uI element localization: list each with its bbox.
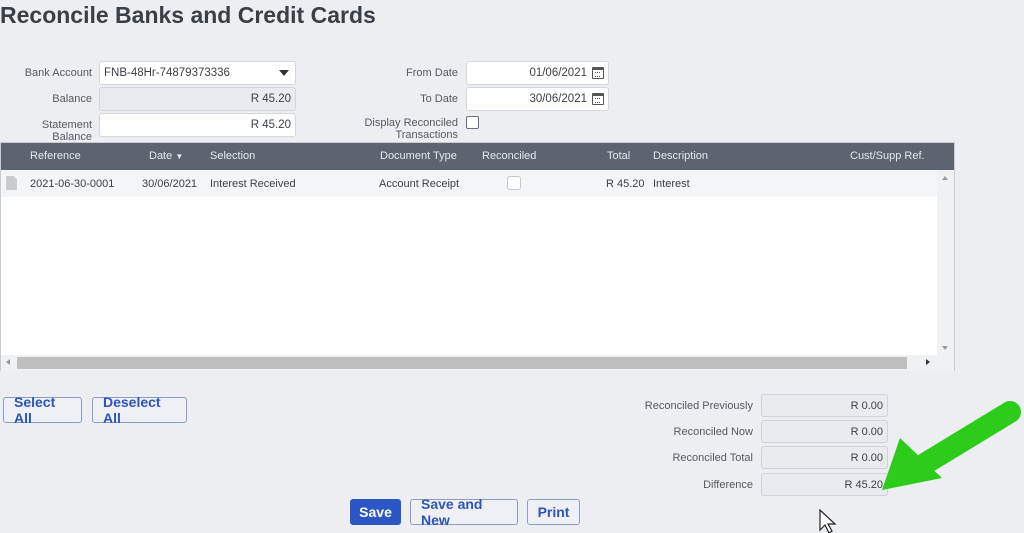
cell-total: R 45.20 — [606, 178, 645, 190]
cell-selection: Interest Received — [210, 178, 296, 190]
column-header-description[interactable]: Description — [653, 150, 708, 162]
grid-header: Reference Date ▼ Selection Document Type… — [1, 143, 954, 170]
to-date-value: 30/06/2021 — [529, 93, 587, 105]
scroll-down-icon[interactable] — [942, 346, 948, 350]
document-icon[interactable] — [6, 176, 17, 190]
scroll-up-icon[interactable] — [942, 176, 948, 180]
calendar-icon[interactable] — [592, 93, 604, 105]
reconciled-previously-value: R 0.00 — [761, 394, 888, 417]
print-button[interactable]: Print — [527, 499, 580, 525]
cell-document-type: Account Receipt — [379, 178, 460, 190]
scroll-right-icon[interactable] — [926, 359, 930, 365]
difference-value: R 45.20 — [761, 473, 888, 496]
balance-field: R 45.20 — [99, 87, 296, 111]
column-header-reference[interactable]: Reference — [30, 150, 81, 162]
reconciled-total-value: R 0.00 — [761, 446, 888, 469]
display-reconciled-checkbox[interactable] — [466, 116, 479, 129]
mouse-cursor-icon — [819, 509, 837, 533]
column-header-selection[interactable]: Selection — [210, 150, 255, 162]
statement-balance-input[interactable]: R 45.20 — [99, 113, 296, 137]
calendar-icon[interactable] — [592, 67, 604, 79]
reconciled-now-label: Reconciled Now — [673, 426, 753, 438]
statement-balance-value: R 45.20 — [250, 119, 291, 131]
reconciled-checkbox[interactable] — [507, 176, 521, 190]
bank-account-value: FNB-48Hr-74879373336 — [104, 67, 230, 79]
from-date-input[interactable]: 01/06/2021 — [466, 61, 609, 85]
cell-date: 30/06/2021 — [142, 178, 198, 190]
to-date-input[interactable]: 30/06/2021 — [466, 87, 609, 111]
select-all-button[interactable]: Select All — [3, 394, 82, 426]
column-header-date[interactable]: Date ▼ — [149, 150, 183, 162]
cell-reference: 2021-06-30-0001 — [30, 178, 115, 190]
balance-value: R 45.20 — [250, 93, 291, 105]
statement-balance-label: Statement Balance — [41, 119, 92, 143]
reconciled-total-label: Reconciled Total — [672, 452, 753, 464]
page-title: Reconcile Banks and Credit Cards — [0, 2, 376, 28]
column-header-document-type[interactable]: Document Type — [380, 150, 457, 162]
reconciled-now-value: R 0.00 — [761, 420, 888, 443]
reconciled-previously-label: Reconciled Previously — [644, 400, 753, 412]
deselect-all-button[interactable]: Deselect All — [92, 394, 187, 426]
bank-account-select[interactable]: FNB-48Hr-74879373336 — [99, 61, 296, 85]
column-header-date-label: Date — [149, 150, 173, 162]
transactions-grid: Reference Date ▼ Selection Document Type… — [0, 142, 955, 371]
column-header-reconciled[interactable]: Reconciled — [482, 150, 536, 162]
from-date-label: From Date — [406, 67, 458, 79]
display-reconciled-label: Display Reconciled Transactions — [364, 117, 458, 141]
save-and-new-button[interactable]: Save and New — [410, 496, 518, 528]
scrollbar-thumb[interactable] — [17, 357, 907, 369]
horizontal-scrollbar[interactable] — [1, 355, 954, 371]
bank-account-label: Bank Account — [24, 67, 92, 79]
difference-label: Difference — [703, 479, 753, 491]
annotation-arrow-icon — [882, 401, 1021, 490]
table-row[interactable]: 2021-06-30-0001 30/06/2021 Interest Rece… — [1, 170, 937, 197]
balance-label: Balance — [52, 93, 92, 105]
column-header-total[interactable]: Total — [607, 150, 630, 162]
to-date-label: To Date — [420, 93, 458, 105]
from-date-value: 01/06/2021 — [529, 67, 587, 79]
vertical-scrollbar[interactable] — [937, 170, 954, 356]
arrow-shaft — [907, 401, 1021, 479]
column-header-cust-supp-ref[interactable]: Cust/Supp Ref. — [850, 150, 925, 162]
save-button[interactable]: Save — [350, 499, 401, 525]
chevron-down-icon — [279, 70, 289, 76]
cell-description: Interest — [653, 178, 690, 190]
scroll-left-icon[interactable] — [6, 359, 10, 365]
sort-down-icon: ▼ — [175, 152, 184, 161]
